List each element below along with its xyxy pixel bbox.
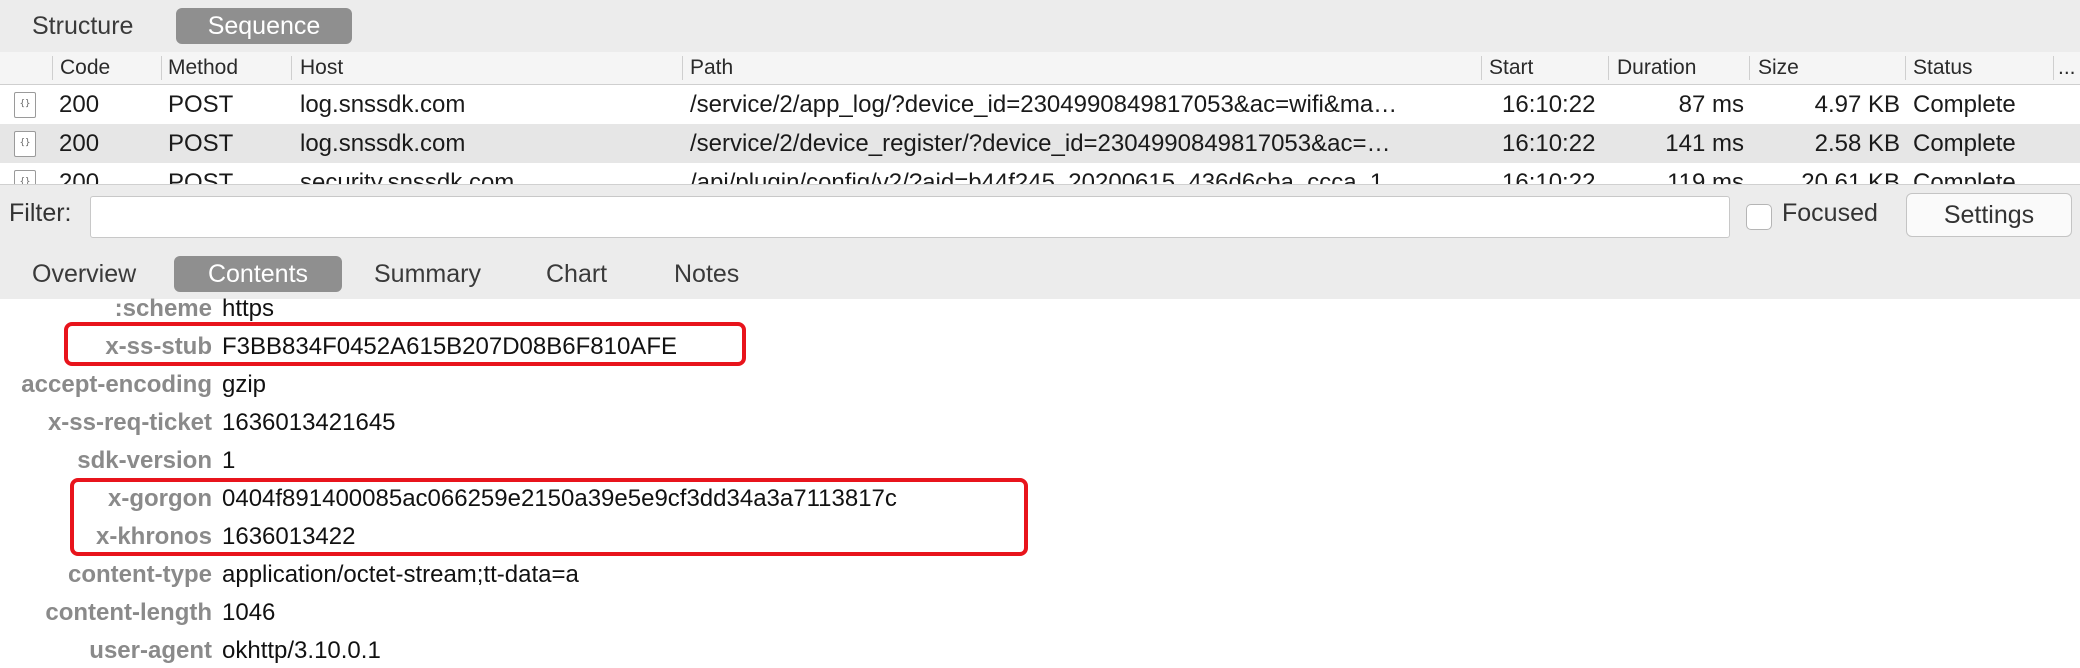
column-divider[interactable] xyxy=(291,56,292,80)
header-key: content-type xyxy=(68,561,212,588)
column-header-path[interactable]: Path xyxy=(690,52,733,84)
tab-summary[interactable]: Summary xyxy=(374,256,481,292)
cell-start: 16:10:22 xyxy=(1502,169,1596,184)
filter-label: Filter: xyxy=(9,199,72,227)
tab-notes[interactable]: Notes xyxy=(674,256,739,292)
column-divider[interactable] xyxy=(1608,56,1609,80)
cell-duration: 119 ms xyxy=(1667,169,1744,184)
cell-size: 2.58 KB xyxy=(1814,130,1900,157)
cell-status: Complete xyxy=(1913,130,2016,157)
column-divider[interactable] xyxy=(1905,56,1906,80)
cell-size: 20.61 KB xyxy=(1801,169,1900,184)
header-key: content-length xyxy=(45,599,212,626)
cell-code: 200 xyxy=(59,130,100,157)
tab-chart[interactable]: Chart xyxy=(546,256,607,292)
column-header-code[interactable]: Code xyxy=(60,52,110,84)
table-row[interactable]: {} 200 POST log.snssdk.com /service/2/de… xyxy=(0,124,2080,163)
header-key: x-ss-req-ticket xyxy=(47,409,212,436)
column-header-method[interactable]: Method xyxy=(168,52,238,84)
focused-checkbox[interactable] xyxy=(1746,204,1772,230)
header-value: 1046 xyxy=(222,599,276,626)
json-document-icon: {} xyxy=(14,170,36,184)
settings-button[interactable]: Settings xyxy=(1906,193,2072,237)
tab-structure[interactable]: Structure xyxy=(32,8,133,44)
view-switcher: Structure Sequence xyxy=(0,0,2080,53)
cell-host: security.snssdk.com xyxy=(300,169,515,184)
cell-duration: 141 ms xyxy=(1665,130,1744,157)
cell-method: POST xyxy=(168,91,234,118)
cell-status: Complete xyxy=(1913,91,2016,118)
cell-path: /service/2/device_register/?device_id=23… xyxy=(690,130,1391,157)
header-key: sdk-version xyxy=(77,447,212,474)
column-divider[interactable] xyxy=(1481,56,1482,80)
highlight-box-x-ss-stub xyxy=(64,322,746,366)
column-divider[interactable] xyxy=(161,56,162,80)
header-value: 1 xyxy=(222,447,236,474)
cell-start: 16:10:22 xyxy=(1502,91,1596,118)
header-row: x-ss-req-ticket 1636013421645 xyxy=(0,404,2080,442)
column-header-host[interactable]: Host xyxy=(300,52,343,84)
column-header-duration[interactable]: Duration xyxy=(1617,52,1696,84)
tab-contents[interactable]: Contents xyxy=(174,256,342,292)
column-header-start[interactable]: Start xyxy=(1489,52,1533,84)
column-header-size[interactable]: Size xyxy=(1758,52,1799,84)
header-row: accept-encoding gzip xyxy=(0,366,2080,404)
header-value: okhttp/3.10.0.1 xyxy=(222,637,381,664)
cell-size: 4.97 KB xyxy=(1814,91,1900,118)
request-table-header: Code Method Host Path Start Duration Siz… xyxy=(0,52,2080,85)
header-row: content-length 1046 xyxy=(0,594,2080,632)
cell-code: 200 xyxy=(59,169,100,184)
header-key: user-agent xyxy=(89,637,212,664)
cell-start: 16:10:22 xyxy=(1502,130,1596,157)
request-table: {} 200 POST log.snssdk.com /service/2/ap… xyxy=(0,85,2080,184)
tab-sequence[interactable]: Sequence xyxy=(176,8,352,44)
table-row[interactable]: {} 200 POST security.snssdk.com /api/plu… xyxy=(0,163,2080,184)
cell-path: /api/plugin/config/v2/?aid=b44f245_20200… xyxy=(690,169,1384,184)
header-row: sdk-version 1 xyxy=(0,442,2080,480)
highlight-box-x-gorgon-khronos xyxy=(70,478,1028,556)
column-header-more[interactable]: ... xyxy=(2058,52,2076,84)
cell-duration: 87 ms xyxy=(1678,91,1744,118)
header-value: application/octet-stream;tt-data=a xyxy=(222,561,579,588)
json-document-icon: {} xyxy=(14,92,36,118)
cell-host: log.snssdk.com xyxy=(300,91,466,118)
filter-bar: Filter: Focused Settings xyxy=(0,184,2080,250)
table-row[interactable]: {} 200 POST log.snssdk.com /service/2/ap… xyxy=(0,85,2080,124)
filter-input[interactable] xyxy=(90,196,1730,238)
tab-overview[interactable]: Overview xyxy=(32,256,136,292)
column-divider[interactable] xyxy=(2053,56,2054,80)
cell-code: 200 xyxy=(59,91,100,118)
header-value: 1636013421645 xyxy=(222,409,396,436)
column-divider[interactable] xyxy=(682,56,683,80)
column-header-status[interactable]: Status xyxy=(1913,52,1973,84)
cell-method: POST xyxy=(168,130,234,157)
header-value: gzip xyxy=(222,371,267,398)
focused-label[interactable]: Focused xyxy=(1782,199,1878,228)
cell-path: /service/2/app_log/?device_id=2304990849… xyxy=(690,91,1398,118)
cell-status: Complete xyxy=(1913,169,2016,184)
header-key: accept-encoding xyxy=(21,371,212,398)
json-document-icon: {} xyxy=(14,131,36,157)
cell-host: log.snssdk.com xyxy=(300,130,466,157)
header-row: user-agent okhttp/3.10.0.1 xyxy=(0,632,2080,668)
header-row: content-type application/octet-stream;tt… xyxy=(0,556,2080,594)
column-divider[interactable] xyxy=(52,56,53,80)
cell-method: POST xyxy=(168,169,234,184)
column-divider[interactable] xyxy=(1749,56,1750,80)
